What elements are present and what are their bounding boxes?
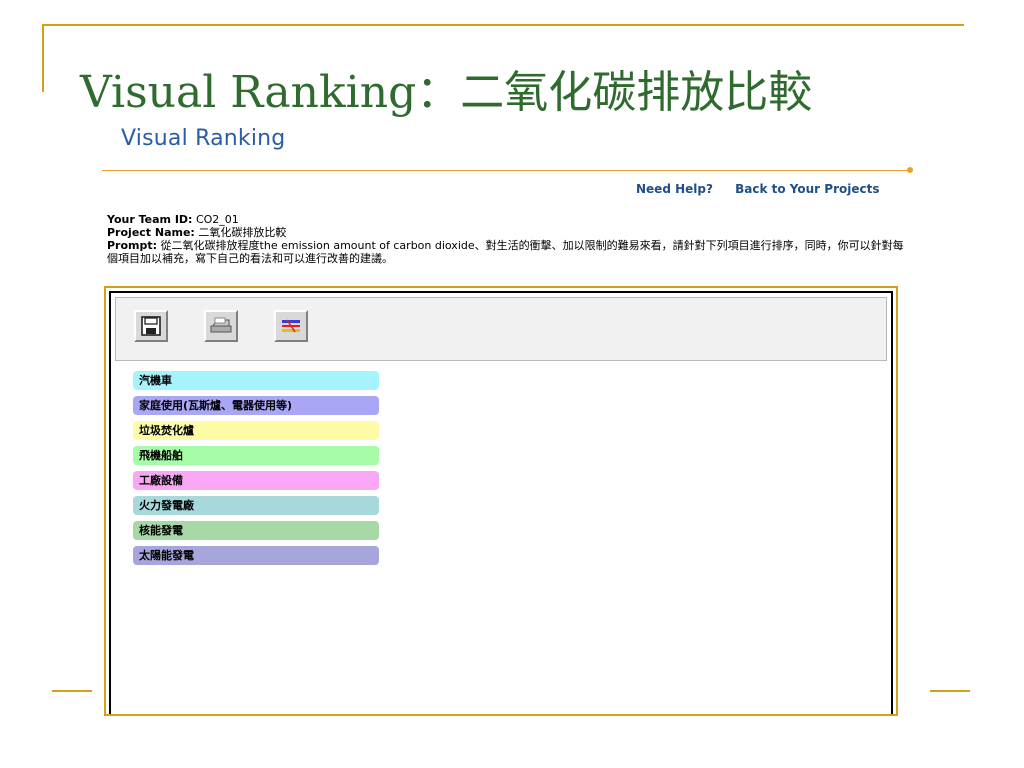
back-to-projects-link[interactable]: Back to Your Projects	[735, 182, 879, 196]
compare-button[interactable]	[274, 310, 308, 342]
slide-frame-top-line	[42, 24, 964, 26]
ranking-item[interactable]: 家庭使用(瓦斯爐、電器使用等)	[133, 396, 379, 415]
project-name-value: 二氧化碳排放比較	[198, 226, 287, 239]
print-button[interactable]	[204, 310, 238, 342]
header-divider-dot	[907, 167, 913, 173]
ranking-item[interactable]: 太陽能發電	[133, 546, 379, 565]
ranking-item[interactable]: 汽機車	[133, 371, 379, 390]
prompt-value: 從二氧化碳排放程度the emission amount of carbon d…	[107, 239, 904, 265]
header-divider	[102, 170, 910, 171]
slide-bottom-right-line	[930, 690, 970, 692]
ranking-item[interactable]: 火力發電廠	[133, 496, 379, 515]
ranking-app: 汽機車 家庭使用(瓦斯爐、電器使用等) 垃圾焚化爐 飛機船舶 工廠設備 火力發電…	[109, 291, 893, 714]
ranking-app-frame: 汽機車 家庭使用(瓦斯爐、電器使用等) 垃圾焚化爐 飛機船舶 工廠設備 火力發電…	[104, 286, 898, 716]
slide-frame-left-line	[42, 24, 44, 92]
ranking-item[interactable]: 垃圾焚化爐	[133, 421, 379, 440]
team-id-label: Your Team ID:	[107, 213, 193, 226]
project-name-row: Project Name: 二氧化碳排放比較	[107, 226, 907, 239]
ranking-item[interactable]: 飛機船舶	[133, 446, 379, 465]
project-name-label: Project Name:	[107, 226, 195, 239]
ranking-item-list: 汽機車 家庭使用(瓦斯爐、電器使用等) 垃圾焚化爐 飛機船舶 工廠設備 火力發電…	[133, 371, 379, 571]
need-help-link[interactable]: Need Help?	[636, 182, 713, 196]
visual-ranking-logo: Visual Ranking	[121, 126, 286, 151]
prompt-label: Prompt:	[107, 239, 158, 252]
toolbar	[115, 297, 887, 361]
team-id-value: CO2_01	[195, 213, 239, 226]
ranking-item[interactable]: 核能發電	[133, 521, 379, 540]
top-nav-links: Need Help? Back to Your Projects	[636, 182, 897, 196]
slide-bottom-left-line	[52, 690, 92, 692]
print-icon	[210, 317, 232, 333]
prompt-row: Prompt: 從二氧化碳排放程度the emission amount of …	[107, 239, 907, 265]
ranking-item[interactable]: 工廠設備	[133, 471, 379, 490]
compare-icon	[282, 319, 300, 333]
save-button[interactable]	[134, 310, 168, 342]
save-icon	[141, 316, 161, 336]
team-id-row: Your Team ID: CO2_01	[107, 213, 907, 226]
slide-title: Visual Ranking：二氧化碳排放比較	[80, 67, 813, 118]
project-info: Your Team ID: CO2_01 Project Name: 二氧化碳排…	[107, 213, 907, 265]
